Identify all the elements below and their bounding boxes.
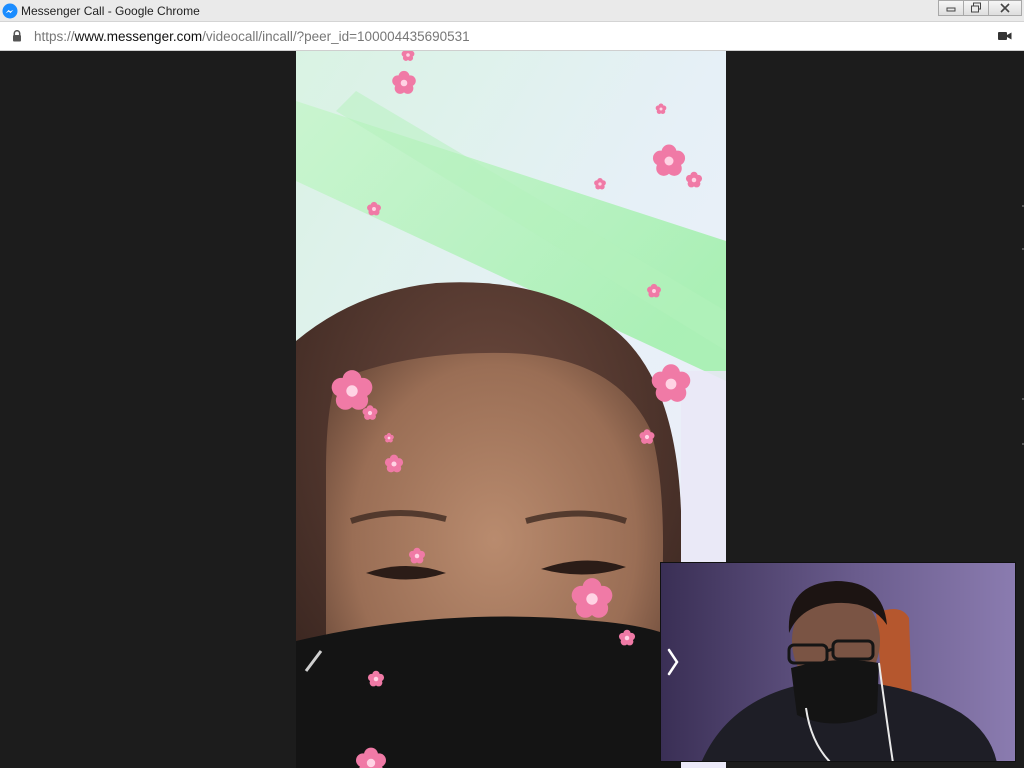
url-path: /videocall/incall/?peer_id=1000044356905… [202, 29, 470, 44]
window-title: Messenger Call - Google Chrome [21, 4, 200, 18]
title-bar[interactable]: Messenger Call - Google Chrome [0, 0, 1024, 22]
address-bar[interactable]: https://www.messenger.com/videocall/inca… [0, 22, 1024, 51]
minimize-icon [946, 7, 956, 12]
camera-icon[interactable] [998, 31, 1012, 41]
close-button[interactable] [988, 0, 1022, 16]
window-controls [938, 0, 1022, 18]
close-icon [1000, 3, 1010, 13]
lock-icon[interactable] [12, 30, 22, 42]
url-text[interactable]: https://www.messenger.com/videocall/inca… [34, 29, 470, 44]
self-view-video[interactable] [660, 562, 1016, 762]
restore-icon [971, 2, 981, 13]
messenger-icon [2, 3, 18, 19]
url-host: www.messenger.com [74, 29, 203, 44]
chevron-right-icon[interactable] [666, 647, 680, 677]
call-area [0, 51, 1024, 768]
minimize-button[interactable] [938, 0, 964, 16]
url-scheme: https:// [34, 29, 75, 44]
self-view-frame [661, 563, 1015, 761]
restore-button[interactable] [963, 0, 989, 16]
browser-window: Messenger Call - Google Chrome https://w… [0, 0, 1024, 768]
